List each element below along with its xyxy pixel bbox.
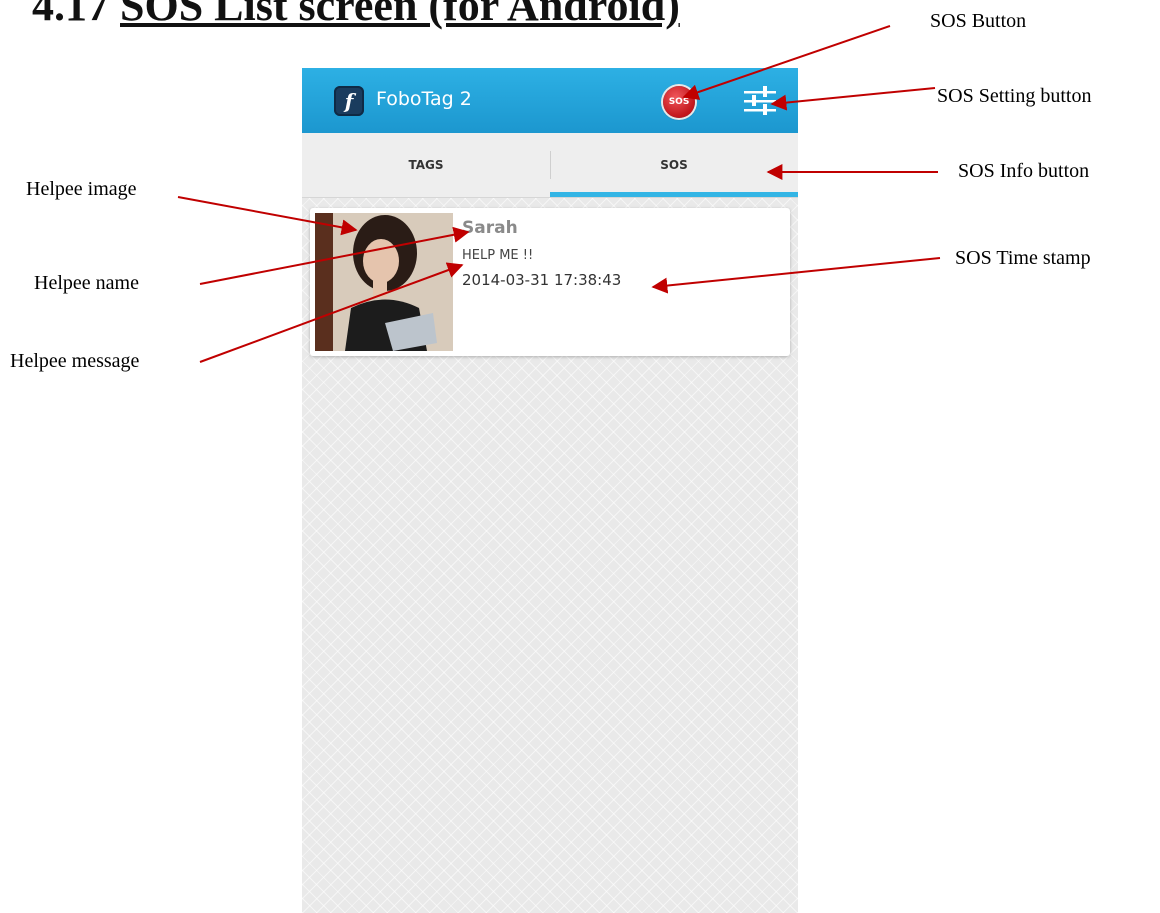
tab-sos-label: SOS	[660, 158, 688, 172]
tab-tags-label: TAGS	[408, 158, 444, 172]
selected-tab-indicator	[550, 192, 798, 197]
annotation-sos-info-button: SOS Info button	[958, 160, 1090, 182]
app-title: FoboTag 2	[376, 88, 472, 110]
app-logo-icon: f	[334, 86, 364, 116]
app-logo-letter: f	[344, 89, 354, 113]
tab-bar: TAGS SOS	[302, 133, 798, 198]
annotation-sos-button: SOS Button	[930, 10, 1027, 32]
annotation-sos-time-stamp: SOS Time stamp	[955, 247, 1091, 269]
helpee-photo-icon	[315, 213, 453, 351]
sliders-icon	[744, 86, 776, 115]
tab-sos[interactable]: SOS	[550, 133, 798, 197]
annotation-helpee-image: Helpee image	[26, 178, 137, 200]
heading-number: 4.17	[32, 0, 109, 30]
annotation-helpee-name: Helpee name	[34, 272, 139, 294]
sos-timestamp: 2014-03-31 17:38:43	[462, 271, 622, 289]
annotation-helpee-message: Helpee message	[10, 350, 140, 372]
document-heading: 4.17 SOS List screen (for Android)	[32, 0, 680, 31]
heading-title: SOS List screen (for Android)	[120, 0, 680, 30]
helpee-name: Sarah	[462, 218, 518, 238]
app-action-bar: f FoboTag 2 SOS	[302, 68, 798, 133]
helpee-message: HELP ME !!	[462, 248, 534, 263]
annotation-sos-setting-button: SOS Setting button	[937, 85, 1092, 107]
sos-button-label: SOS	[668, 97, 690, 107]
sos-button[interactable]: SOS	[663, 86, 695, 118]
sos-setting-button[interactable]	[742, 84, 778, 118]
tab-tags[interactable]: TAGS	[302, 133, 550, 197]
helpee-image	[315, 213, 453, 351]
sos-list-item[interactable]: Sarah HELP ME !! 2014-03-31 17:38:43	[310, 208, 790, 356]
phone-screen: f FoboTag 2 SOS TAGS SOS Sarah HELP ME !…	[302, 68, 798, 913]
